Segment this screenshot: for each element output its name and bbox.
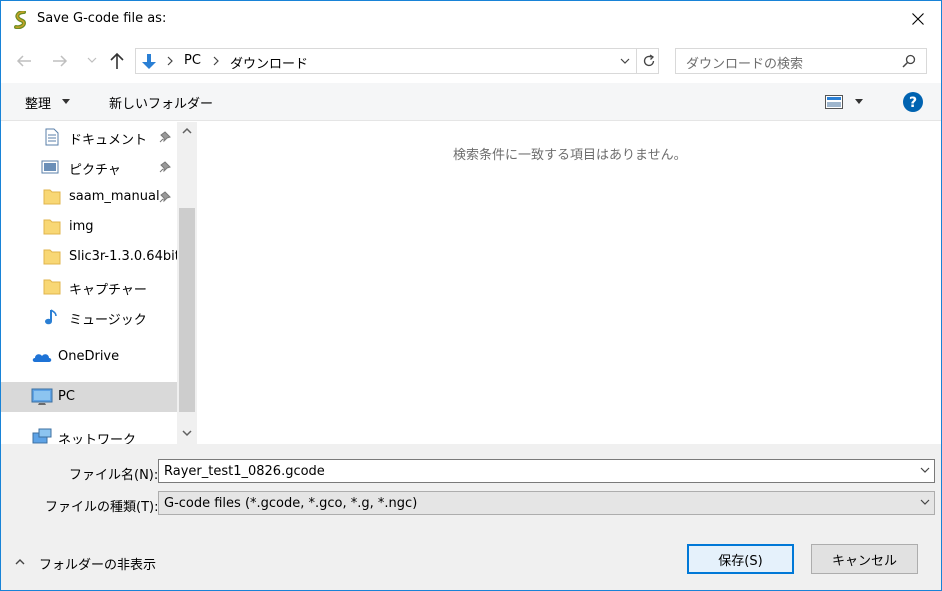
view-dropdown-icon[interactable] <box>855 99 863 104</box>
folder-icon <box>43 219 61 235</box>
sidebar-item-label: ネットワーク <box>58 433 137 444</box>
scroll-down-icon[interactable] <box>181 428 193 438</box>
sidebar-item-pictures[interactable]: ピクチャ <box>1 152 177 182</box>
breadcrumb-pc[interactable]: PC <box>184 53 201 68</box>
view-options-icon[interactable] <box>825 95 843 109</box>
sidebar-item-label: Slic3r-1.3.0.64bit <box>69 249 180 264</box>
search-placeholder: ダウンロードの検索 <box>686 57 804 72</box>
search-icon[interactable] <box>902 54 916 68</box>
refresh-button[interactable] <box>636 49 660 73</box>
new-folder-button[interactable]: 新しいフォルダー <box>109 93 213 112</box>
navpane-scrollbar[interactable] <box>177 122 197 444</box>
save-options-panel: ファイル名(N): Rayer_test1_0826.gcode ファイルの種類… <box>1 444 941 590</box>
folder-icon <box>43 189 61 205</box>
scrollbar-thumb[interactable] <box>179 208 195 412</box>
sidebar-item-label: saam_manual <box>69 189 160 204</box>
pin-icon <box>159 191 171 203</box>
chevron-down-icon[interactable] <box>920 467 930 474</box>
breadcrumb-separator-icon <box>213 56 219 66</box>
chevron-down-icon[interactable] <box>920 499 930 506</box>
file-list[interactable]: 検索条件に一致する項目はありません。 <box>197 122 941 444</box>
sidebar-item-label: img <box>69 219 94 234</box>
organize-button[interactable]: 整理 <box>25 93 51 112</box>
address-dropdown-button[interactable] <box>614 49 636 73</box>
sidebar-item-label: PC <box>58 389 75 404</box>
command-bar: 整理 新しいフォルダー ? <box>1 83 941 121</box>
close-button[interactable] <box>895 1 941 37</box>
hide-folders-label: フォルダーの非表示 <box>39 558 157 573</box>
filetype-select[interactable]: G-code files (*.gcode, *.gco, *.g, *.ngc… <box>158 491 935 515</box>
sidebar-item-documents[interactable]: ドキュメント <box>1 122 177 152</box>
sidebar-item-slic3r[interactable]: Slic3r-1.3.0.64bit <box>1 242 180 272</box>
filename-input[interactable]: Rayer_test1_0826.gcode <box>158 459 935 483</box>
help-icon[interactable]: ? <box>903 92 923 112</box>
pc-icon <box>31 388 53 405</box>
empty-message: 検索条件に一致する項目はありません。 <box>453 148 687 163</box>
pin-icon <box>159 131 171 143</box>
organize-dropdown-icon[interactable] <box>62 99 70 104</box>
sidebar-item-pc[interactable]: PC <box>1 382 177 412</box>
sidebar-item-onedrive[interactable]: OneDrive <box>1 342 177 372</box>
refresh-icon <box>643 54 654 67</box>
breadcrumb-downloads[interactable]: ダウンロード <box>230 53 308 72</box>
scroll-up-icon[interactable] <box>181 126 193 136</box>
sidebar-item-img[interactable]: img <box>1 212 177 242</box>
sidebar-item-music[interactable]: ミュージック <box>1 302 177 332</box>
close-icon <box>912 13 924 25</box>
up-arrow-icon[interactable] <box>108 51 126 71</box>
pin-icon <box>159 161 171 173</box>
network-icon <box>32 428 52 444</box>
sidebar-item-label: OneDrive <box>58 349 120 364</box>
save-button[interactable]: 保存(S) <box>687 544 794 574</box>
sidebar-item-label: キャプチャー <box>69 283 147 298</box>
sidebar-item-label: ドキュメント <box>69 133 148 148</box>
search-box[interactable]: ダウンロードの検索 <box>675 48 927 74</box>
sidebar-item-label: ピクチャ <box>69 163 121 178</box>
music-icon <box>45 309 57 325</box>
folder-icon <box>43 249 61 265</box>
back-arrow-icon[interactable] <box>15 52 33 70</box>
recent-locations-chevron-icon[interactable] <box>87 55 97 65</box>
sidebar-item-label: ミュージック <box>69 313 147 328</box>
sidebar-item-capture[interactable]: キャプチャー <box>1 272 177 302</box>
svg-text:?: ? <box>909 95 917 111</box>
folder-icon <box>43 279 61 295</box>
filename-label: ファイル名(N): <box>69 468 159 483</box>
onedrive-icon <box>32 354 52 362</box>
navigation-pane: ドキュメント ピクチャ saam_manual img Slic3r-1.3.0… <box>1 122 197 444</box>
save-dialog: Save G-code file as: PC ダウンロード ダウンロードの検索… <box>0 0 942 591</box>
dialog-title: Save G-code file as: <box>37 11 167 26</box>
breadcrumb-separator-icon <box>167 56 173 66</box>
filetype-label: ファイルの種類(T): <box>45 500 159 515</box>
cancel-button[interactable]: キャンセル <box>811 544 918 574</box>
filetype-value: G-code files (*.gcode, *.gco, *.g, *.ngc… <box>164 496 418 511</box>
download-folder-icon <box>142 54 156 69</box>
sidebar-item-saam-manual[interactable]: saam_manual <box>1 182 177 212</box>
forward-arrow-icon[interactable] <box>51 52 69 70</box>
navigation-bar: PC ダウンロード ダウンロードの検索 <box>1 39 941 83</box>
pictures-icon <box>41 160 59 174</box>
document-icon <box>45 128 59 146</box>
filename-value: Rayer_test1_0826.gcode <box>164 464 325 479</box>
slic3r-app-icon <box>14 11 27 29</box>
chevron-up-icon <box>15 559 25 565</box>
address-bar[interactable]: PC ダウンロード <box>135 48 659 74</box>
title-bar: Save G-code file as: <box>1 1 941 39</box>
chevron-down-icon <box>620 58 630 64</box>
sidebar-item-network[interactable]: ネットワーク <box>1 422 177 444</box>
